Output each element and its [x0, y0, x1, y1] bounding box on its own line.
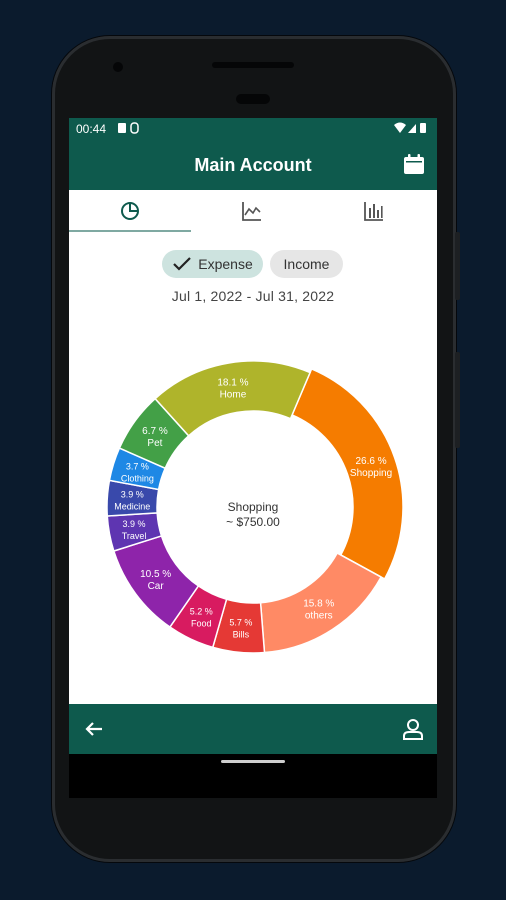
back-arrow-icon[interactable] [83, 718, 105, 740]
slice-category-label: Food [191, 618, 212, 628]
home-indicator[interactable] [221, 760, 285, 763]
date-range: Jul 1, 2022 - Jul 31, 2022 [171, 288, 335, 304]
income-chip-label: Income [283, 256, 330, 272]
sd-card-icon [118, 123, 126, 133]
slice-category-label: Home [220, 390, 247, 401]
battery-icon [420, 123, 426, 133]
slice-percent-label: 18.1 % [217, 378, 248, 389]
expense-chip-label: Expense [198, 256, 253, 272]
slice-percent-label: 3.9 % [121, 490, 144, 500]
status-bar: 00:44 [69, 118, 437, 140]
volume-button [455, 232, 460, 300]
tab-line-chart[interactable] [191, 190, 313, 232]
center-category: Shopping [227, 500, 279, 514]
tab-pie-chart[interactable] [69, 190, 191, 232]
bottom-bar [69, 704, 437, 754]
slice-category-label: Clothing [121, 473, 154, 483]
status-time: 00:44 [76, 122, 107, 136]
screen: 00:44 Main Account Expense Income Jul 1,… [69, 118, 437, 798]
earpiece [236, 94, 270, 104]
slice-category-label: Shopping [350, 468, 392, 479]
notification-icons [117, 121, 141, 138]
tab-bar-chart[interactable] [313, 190, 435, 232]
chart-tabs [69, 190, 437, 232]
slice-percent-label: 10.5 % [140, 569, 171, 580]
app-bar: Main Account [69, 140, 437, 190]
check-icon [173, 257, 192, 271]
slice-percent-label: 5.2 % [190, 606, 213, 616]
page-title: Main Account [194, 155, 312, 175]
account-icon[interactable] [401, 717, 425, 741]
front-camera [113, 62, 123, 72]
power-button [455, 352, 460, 448]
slice-percent-label: 3.9 % [123, 519, 146, 529]
active-tab-indicator [69, 230, 191, 232]
main-content: Expense Income Jul 1, 2022 - Jul 31, 202… [69, 190, 437, 704]
slice-percent-label: 26.6 % [355, 456, 386, 467]
slice-percent-label: 6.7 % [142, 426, 168, 437]
slice-category-label: Travel [122, 531, 147, 541]
slice-category-label: Bills [233, 629, 250, 639]
download-icon [130, 122, 139, 134]
expense-pie-chart: 26.6 % Shopping 15.8 % others 5.7 % Bills 5.2 … [69, 340, 437, 680]
speaker-grille [212, 62, 294, 68]
slice-category-label: Pet [147, 438, 162, 449]
slice-percent-label: 5.7 % [229, 617, 252, 627]
expense-chip[interactable]: Expense [162, 250, 263, 278]
slice-category-label: others [305, 611, 333, 622]
system-status-icons [393, 121, 429, 138]
type-filter: Expense Income [69, 250, 437, 278]
line-chart-icon [242, 202, 261, 221]
system-nav-bar [69, 754, 437, 798]
signal-icon [408, 124, 416, 133]
chart-center-label: Shopping ~ $750.00 [179, 500, 327, 530]
slice-percent-label: 3.7 % [126, 461, 149, 471]
slice-category-label: Medicine [114, 502, 150, 512]
slice-category-label: Car [148, 581, 165, 592]
slice-percent-label: 15.8 % [303, 599, 334, 610]
wifi-icon [394, 122, 406, 133]
center-amount: ~ $750.00 [226, 515, 280, 529]
calendar-icon[interactable] [403, 153, 425, 175]
pie-chart-icon [121, 202, 139, 220]
income-chip[interactable]: Income [270, 250, 343, 278]
bar-chart-icon [364, 202, 383, 221]
